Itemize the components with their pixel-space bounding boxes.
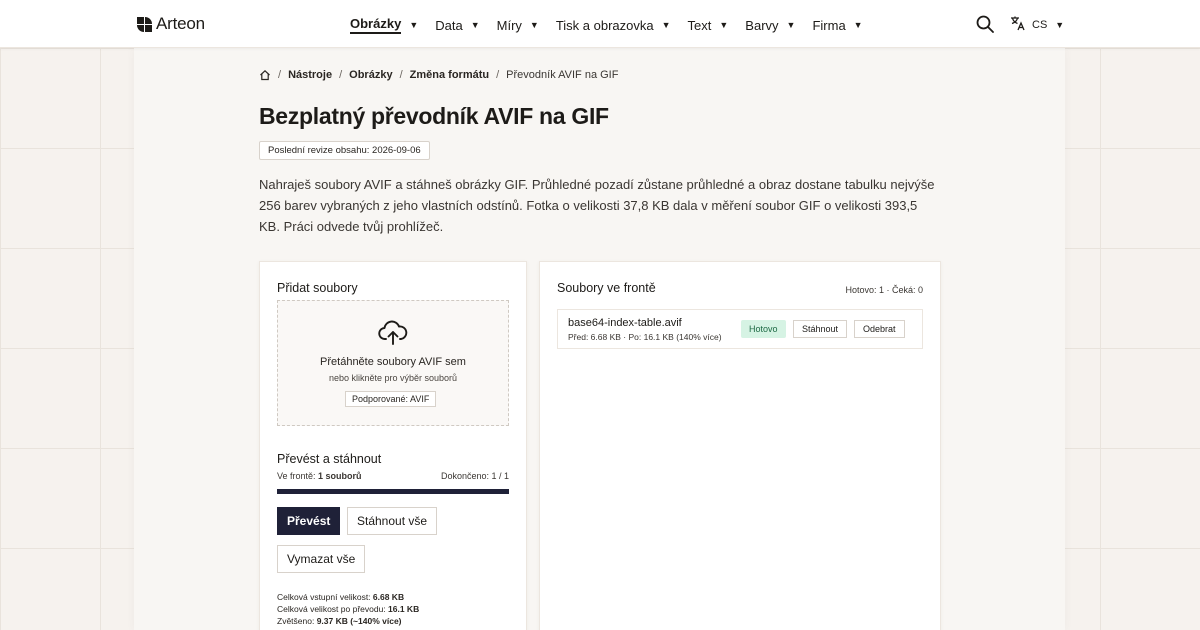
page-title: Bezplatný převodník AVIF na GIF [259, 103, 609, 129]
translate-icon [1010, 15, 1026, 34]
breadcrumb: / Nástroje / Obrázky / Změna formátu / P… [259, 69, 618, 81]
stat-input-value: 6.68 KB [372, 592, 405, 602]
breadcrumb-separator: / [278, 69, 282, 81]
progress-bar-fill [277, 489, 509, 494]
stat-growth-label: Zvětšeno: [277, 616, 317, 626]
nav-item-label: Obrázky [350, 16, 402, 34]
done-count: Dokončeno: 1 / 1 [440, 471, 509, 481]
stat-growth-value: 9.37 KB (~140% více) [316, 616, 402, 626]
supported-formats-badge: Podporované: AVIF [345, 391, 437, 407]
caret-down-icon: ▼ [1055, 19, 1065, 30]
stat-input-size: Celková vstupní velikost: 6.68 KB [277, 591, 419, 603]
stat-input-label: Celková vstupní velikost: [277, 592, 373, 602]
nav-item-label: Text [687, 17, 712, 33]
caret-down-icon: ▼ [470, 20, 480, 30]
nav-item-data[interactable]: Data ▼ [435, 16, 479, 34]
main-menu: Obrázky ▼ Data ▼ Míry ▼ Tisk a obrazovka… [350, 16, 880, 34]
convert-button[interactable]: Převést [277, 507, 341, 535]
file-meta: Před: 6.68 KB · Po: 16.1 KB (140% více) [568, 332, 722, 342]
stat-output-size: Celková velikost po převodu: 16.1 KB [277, 603, 419, 615]
breadcrumb-link-obrazky[interactable]: Obrázky [349, 69, 392, 81]
queue-summary: Hotovo: 1 · Čeká: 0 [845, 285, 923, 295]
nav-item-label: Míry [496, 17, 522, 33]
logo-icon [137, 16, 152, 32]
caret-down-icon: ▼ [529, 20, 539, 30]
nav-item-text[interactable]: Text ▼ [688, 16, 729, 34]
nav-item-label: Tisk a obrazovka [555, 17, 654, 33]
upload-card: Přidat soubory Přetáhněte soubory AVIF s… [259, 261, 527, 630]
caret-down-icon: ▼ [409, 20, 419, 30]
queue-title: Soubory ve frontě [557, 281, 656, 295]
caret-down-icon: ▼ [661, 20, 671, 30]
caret-down-icon: ▼ [786, 20, 796, 30]
breadcrumb-link-zmena-formatu[interactable]: Změna formátu [410, 69, 489, 81]
revision-badge: Poslední revize obsahu: 2026-09-06 [259, 141, 430, 160]
download-all-button[interactable]: Stáhnout vše [347, 507, 438, 535]
home-icon[interactable] [259, 69, 271, 81]
top-navigation: Arteon Obrázky ▼ Data ▼ Míry ▼ Tisk a ob… [0, 0, 1200, 48]
file-download-button[interactable]: Stáhnout [793, 320, 848, 338]
upload-title: Přidat soubory [277, 281, 358, 295]
file-row: base64-index-table.avif Před: 6.68 KB · … [557, 309, 923, 349]
queue-count-label: Ve frontě: [277, 471, 319, 481]
file-name: base64-index-table.avif [568, 317, 682, 329]
file-remove-button[interactable]: Odebrat [854, 320, 905, 338]
file-dropzone[interactable]: Přetáhněte soubory AVIF sem nebo kliknět… [277, 300, 509, 426]
status-badge: Hotovo [741, 320, 786, 338]
language-switcher[interactable]: CS ▼ [1010, 15, 1064, 34]
progress-bar [277, 489, 509, 494]
queue-count: Ve frontě: 1 souborů [277, 471, 362, 481]
caret-down-icon: ▼ [853, 20, 863, 30]
nav-item-tisk[interactable]: Tisk a obrazovka ▼ [556, 16, 671, 34]
language-code: CS [1032, 18, 1048, 31]
nav-item-label: Barvy [745, 17, 779, 33]
search-icon[interactable] [976, 15, 994, 33]
breadcrumb-link-nastroje[interactable]: Nástroje [288, 69, 332, 81]
breadcrumb-separator: / [496, 69, 500, 81]
progress-info: Ve frontě: 1 souborů Dokončeno: 1 / 1 [277, 471, 509, 481]
nav-item-barvy[interactable]: Barvy ▼ [745, 16, 795, 34]
intro-text: Nahraješ soubory AVIF a stáhneš obrázky … [259, 177, 935, 234]
cloud-upload-icon [378, 320, 408, 345]
clear-all-button[interactable]: Vymazat vše [277, 545, 366, 573]
brand-name: Arteon [156, 14, 205, 33]
queue-count-value: 1 souborů [318, 471, 362, 481]
stat-growth: Zvětšeno: 9.37 KB (~140% více) [277, 615, 419, 627]
stat-output-value: 16.1 KB [388, 604, 420, 614]
breadcrumb-current: Převodník AVIF na GIF [506, 69, 619, 81]
dropzone-sub-text: nebo klikněte pro výběr souborů [328, 373, 458, 383]
breadcrumb-separator: / [399, 69, 403, 81]
caret-down-icon: ▼ [719, 20, 729, 30]
nav-item-label: Data [435, 17, 463, 33]
nav-item-miry[interactable]: Míry ▼ [497, 16, 539, 34]
brand-logo[interactable]: Arteon [137, 14, 205, 34]
main-content: / Nástroje / Obrázky / Změna formátu / P… [134, 48, 1065, 630]
stat-output-label: Celková velikost po převodu: [277, 604, 389, 614]
nav-item-obrazky[interactable]: Obrázky ▼ [350, 16, 418, 34]
nav-item-label: Firma [812, 17, 846, 33]
dropzone-main-text: Přetáhněte soubory AVIF sem [320, 356, 466, 368]
breadcrumb-separator: / [339, 69, 343, 81]
queue-card: Soubory ve frontě Hotovo: 1 · Čeká: 0 ba… [539, 261, 941, 630]
nav-item-firma[interactable]: Firma ▼ [812, 16, 862, 34]
size-stats: Celková vstupní velikost: 6.68 KB Celkov… [277, 591, 419, 627]
convert-title: Převést a stáhnout [277, 452, 382, 466]
